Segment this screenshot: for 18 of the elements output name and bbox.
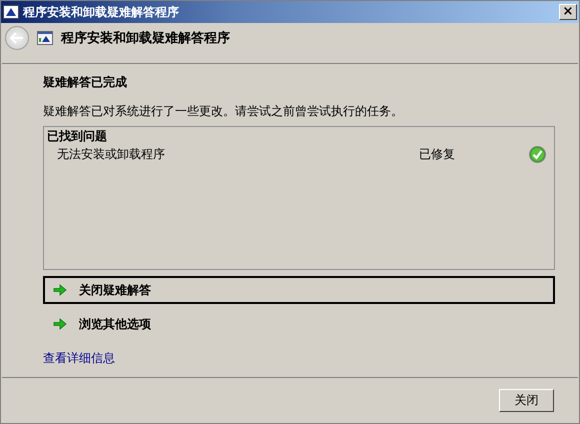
close-button[interactable]: 关闭 xyxy=(499,389,554,412)
option-link[interactable]: 关闭疑难解答 xyxy=(43,276,555,304)
back-arrow-icon xyxy=(10,32,24,44)
details-link[interactable]: 查看详细信息 xyxy=(43,350,115,367)
option-link[interactable]: 浏览其他选项 xyxy=(43,310,555,338)
panel-title: 已找到问题 xyxy=(47,128,108,145)
header-title: 程序安装和卸载疑难解答程序 xyxy=(61,30,230,47)
problem-status: 已修复 xyxy=(419,146,456,162)
problem-name: 无法安装或卸载程序 xyxy=(57,146,166,162)
close-button[interactable]: × xyxy=(559,4,577,20)
message-text: 疑难解答已对系统进行了一些更改。请尝试之前曾尝试执行的任务。 xyxy=(43,103,404,120)
app-icon xyxy=(3,5,19,19)
window-title: 程序安装和卸载疑难解答程序 xyxy=(23,4,180,20)
arrow-icon xyxy=(53,318,67,330)
app-icon xyxy=(37,31,53,45)
heading: 疑难解答已完成 xyxy=(43,74,128,91)
arrow-icon xyxy=(53,284,67,296)
back-button[interactable] xyxy=(5,26,29,50)
